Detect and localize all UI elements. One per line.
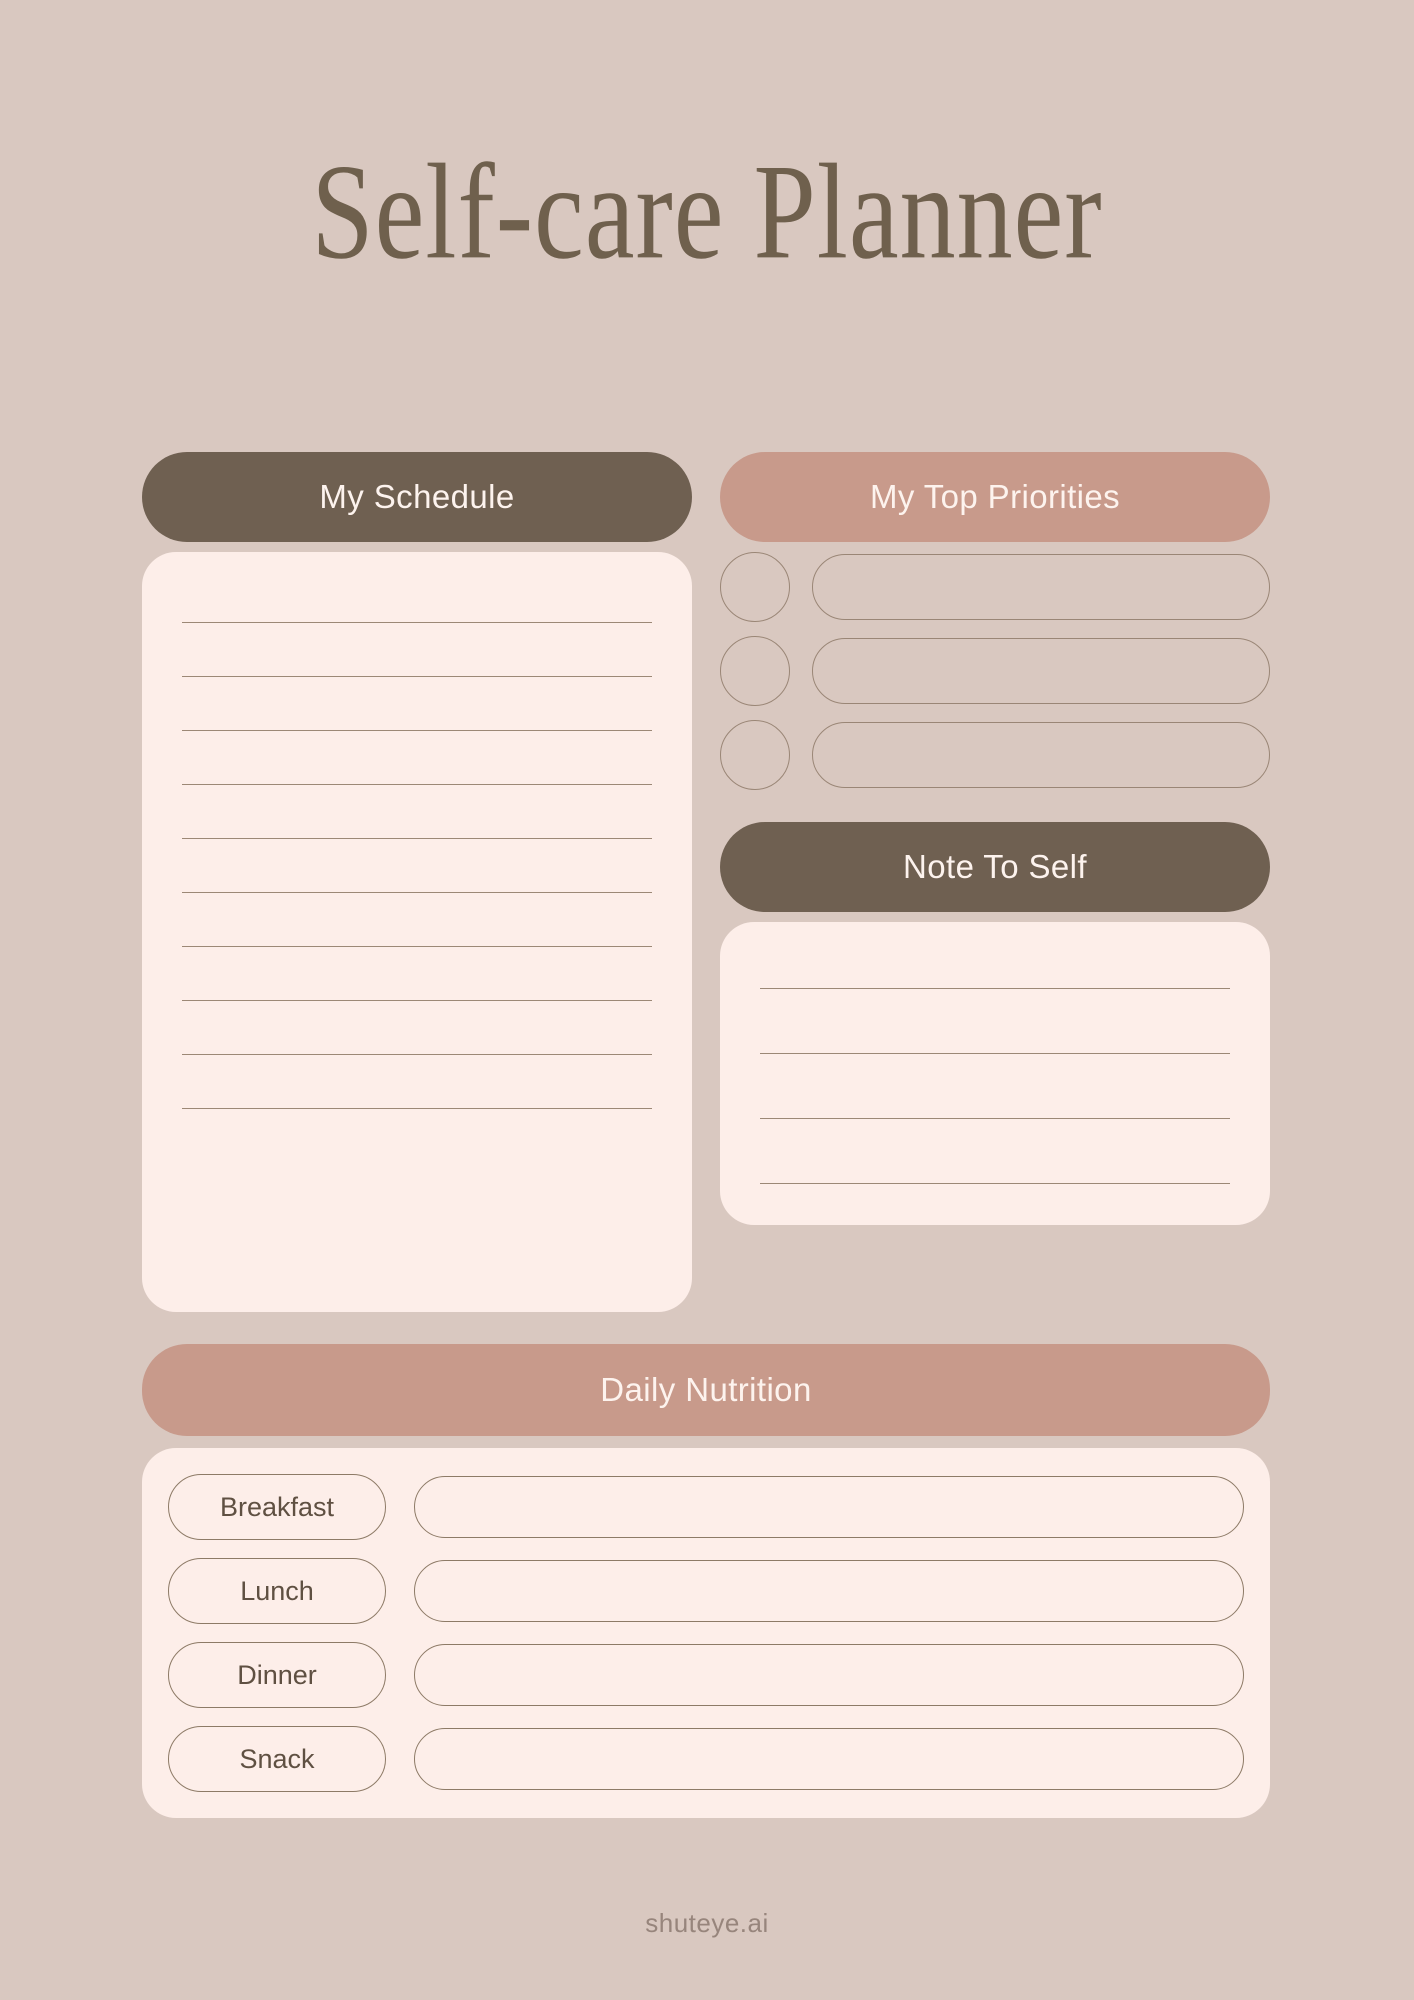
meal-input-dinner[interactable] xyxy=(414,1644,1244,1706)
meal-label-lunch: Lunch xyxy=(168,1558,386,1624)
daily-nutrition-header: Daily Nutrition xyxy=(142,1344,1270,1436)
schedule-line[interactable] xyxy=(182,676,652,677)
daily-nutrition-card: Breakfast Lunch Dinner Snack xyxy=(142,1448,1270,1818)
meal-label-text: Dinner xyxy=(237,1659,317,1690)
meal-label-text: Breakfast xyxy=(219,1491,335,1522)
schedule-line[interactable] xyxy=(182,622,652,623)
priorities-header-label: My Top Priorities xyxy=(869,478,1121,515)
footer-watermark: shuteye.ai xyxy=(645,1908,769,1938)
schedule-column: My Schedule xyxy=(142,452,692,1312)
priority-checkbox-icon[interactable] xyxy=(720,720,790,790)
schedule-line[interactable] xyxy=(182,946,652,947)
priority-row xyxy=(720,552,1270,622)
planner-sheet: My Schedule My Top Priorities Note To Se… xyxy=(142,452,1270,1818)
priority-row xyxy=(720,636,1270,706)
note-to-self-card[interactable] xyxy=(720,922,1270,1225)
meal-input-breakfast[interactable] xyxy=(414,1476,1244,1538)
schedule-header-label: My Schedule xyxy=(319,478,515,515)
schedule-header: My Schedule xyxy=(142,452,692,542)
meal-row: Snack xyxy=(168,1726,1244,1792)
page-title: Self-care Planner xyxy=(311,136,1103,288)
priority-input[interactable] xyxy=(812,722,1270,788)
priorities-header: My Top Priorities xyxy=(720,452,1270,542)
meal-input-lunch[interactable] xyxy=(414,1560,1244,1622)
meal-label-text: Snack xyxy=(239,1743,315,1774)
daily-nutrition-header-label: Daily Nutrition xyxy=(600,1371,812,1408)
schedule-line[interactable] xyxy=(182,1054,652,1055)
schedule-line[interactable] xyxy=(182,892,652,893)
schedule-line[interactable] xyxy=(182,784,652,785)
meal-label-dinner: Dinner xyxy=(168,1642,386,1708)
note-line[interactable] xyxy=(760,1183,1230,1184)
meal-input-snack[interactable] xyxy=(414,1728,1244,1790)
meal-label-breakfast: Breakfast xyxy=(168,1474,386,1540)
meal-label-text: Lunch xyxy=(240,1575,314,1606)
schedule-card[interactable] xyxy=(142,552,692,1312)
schedule-line[interactable] xyxy=(182,838,652,839)
note-line[interactable] xyxy=(760,1053,1230,1054)
priority-checkbox-icon[interactable] xyxy=(720,636,790,706)
meal-row: Dinner xyxy=(168,1642,1244,1708)
note-line[interactable] xyxy=(760,988,1230,989)
note-to-self-header-label: Note To Self xyxy=(903,848,1087,885)
meal-label-snack: Snack xyxy=(168,1726,386,1792)
meal-row: Breakfast xyxy=(168,1474,1244,1540)
top-section: My Schedule My Top Priorities Note To Se… xyxy=(142,452,1270,1312)
priorities-note-column: My Top Priorities Note To Self xyxy=(720,452,1270,1225)
priority-input[interactable] xyxy=(812,638,1270,704)
schedule-line[interactable] xyxy=(182,1108,652,1109)
priorities-list xyxy=(720,552,1270,790)
priority-row xyxy=(720,720,1270,790)
priority-checkbox-icon[interactable] xyxy=(720,552,790,622)
schedule-line[interactable] xyxy=(182,730,652,731)
schedule-line[interactable] xyxy=(182,1000,652,1001)
note-line[interactable] xyxy=(760,1118,1230,1119)
meal-row: Lunch xyxy=(168,1558,1244,1624)
note-to-self-header: Note To Self xyxy=(720,822,1270,912)
priority-input[interactable] xyxy=(812,554,1270,620)
